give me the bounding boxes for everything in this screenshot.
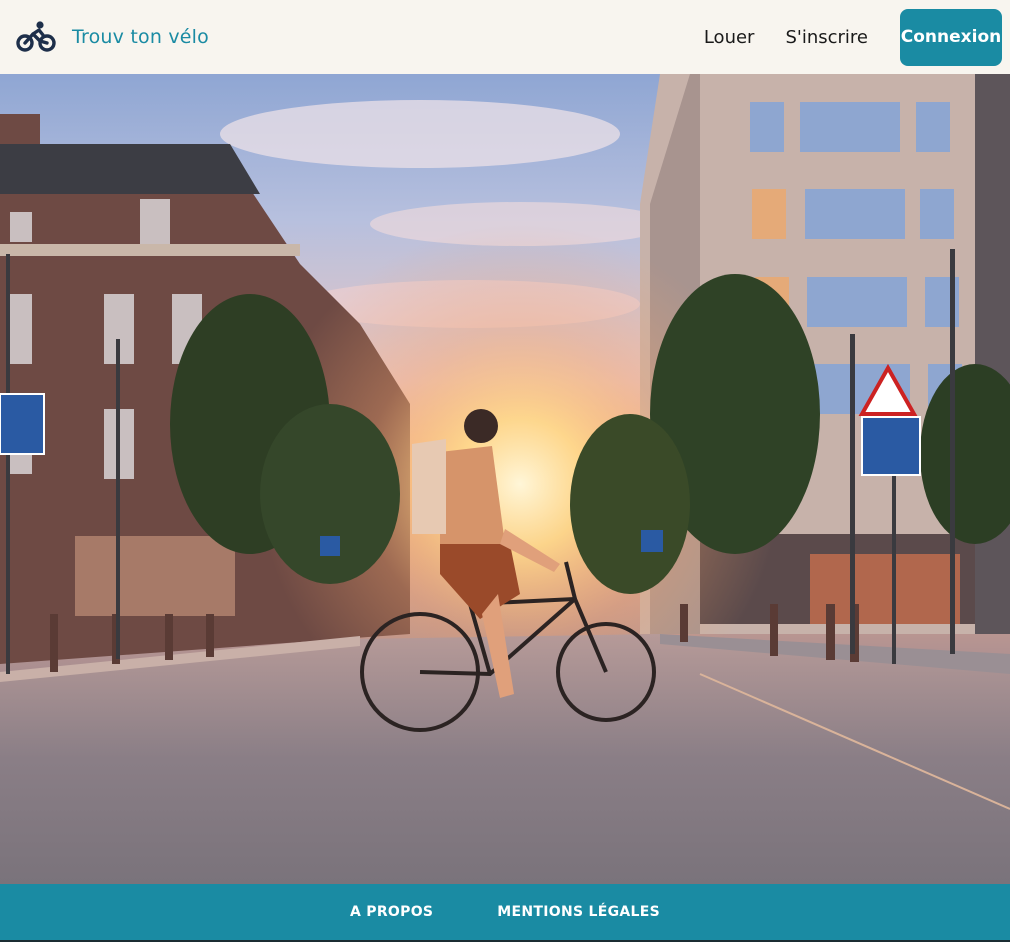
nav-links: Louer S'inscrire Connexion [704, 8, 1010, 66]
footer-link-about[interactable]: A PROPOS [350, 904, 433, 920]
hero-photo [0, 74, 1010, 884]
nav-link-louer[interactable]: Louer [704, 27, 755, 48]
footer: A PROPOS MENTIONS LÉGALES [0, 884, 1010, 940]
brand-name: Trouv ton vélo [72, 26, 209, 48]
brand-link[interactable]: Trouv ton vélo [16, 20, 209, 54]
hero-image [0, 74, 1010, 884]
navbar: Trouv ton vélo Louer S'inscrire Connexio… [0, 0, 1010, 74]
bicycle-icon [16, 21, 56, 52]
login-button[interactable]: Connexion [900, 8, 1002, 66]
nav-link-inscrire[interactable]: S'inscrire [785, 27, 868, 48]
footer-link-legal[interactable]: MENTIONS LÉGALES [497, 904, 660, 920]
